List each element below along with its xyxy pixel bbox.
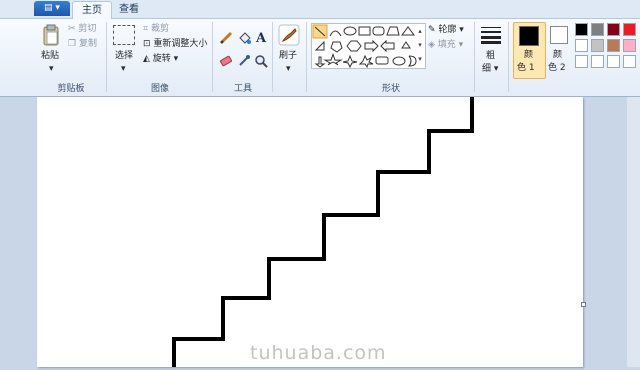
paste-icon[interactable]: [42, 24, 60, 46]
watermark: tuhuaba.com: [250, 342, 387, 364]
crop-label: 裁剪: [150, 24, 169, 34]
copy-icon: ❐: [68, 39, 77, 49]
brushes-button[interactable]: 刷子: [279, 50, 297, 63]
paste-button[interactable]: 粘贴: [41, 50, 59, 63]
resize-button[interactable]: ⊡ 重新调整大小: [143, 38, 207, 51]
pencil-icon[interactable]: [217, 30, 235, 48]
staircase-drawing: [172, 97, 474, 367]
divider: [212, 22, 213, 92]
divider: [272, 22, 273, 92]
canvas-resize-handle[interactable]: [581, 302, 586, 307]
palette-swatch[interactable]: [607, 39, 620, 52]
shapes-scroll[interactable]: ▴ ▾ ▾: [416, 24, 424, 66]
copy-label: 复制: [78, 39, 97, 49]
drawing-canvas[interactable]: [37, 97, 583, 367]
fill-icon: ◈: [428, 40, 435, 50]
image-group-label: 图像: [150, 84, 169, 94]
size-label-1: 粗: [486, 51, 496, 61]
brushes-dropdown-icon[interactable]: ▾: [286, 63, 291, 76]
fill-bucket-icon[interactable]: [235, 30, 253, 48]
color1-label-2: 色 1: [517, 63, 535, 73]
outline-icon: ✎: [428, 25, 436, 35]
select-icon[interactable]: [113, 25, 135, 45]
outline-button[interactable]: ✎ 轮廓 ▾: [428, 24, 464, 37]
divider: [106, 22, 107, 92]
cut-button[interactable]: ✂ 剪切: [68, 23, 96, 36]
shapes-group-label: 形状: [381, 84, 400, 94]
outline-label: 轮廓: [438, 25, 457, 35]
size-label-2: 细: [482, 64, 492, 74]
fill-label: 填充: [437, 40, 456, 50]
palette-swatch[interactable]: [591, 23, 604, 36]
rotate-label: 旋转: [152, 54, 171, 64]
tab-view[interactable]: 查看: [112, 1, 146, 18]
crop-icon: ⌗: [143, 24, 149, 34]
clipboard-group-label: 剪贴板: [57, 84, 85, 94]
palette-swatch[interactable]: [607, 55, 620, 68]
copy-button[interactable]: ❐ 复制: [68, 38, 97, 51]
size-button[interactable]: 细 ▾: [482, 63, 498, 76]
palette-swatch[interactable]: [623, 23, 636, 36]
select-button[interactable]: 选择: [115, 50, 133, 63]
divider: [508, 22, 509, 92]
palette-swatch[interactable]: [591, 55, 604, 68]
select-dropdown-icon[interactable]: ▾: [121, 63, 126, 76]
color1-swatch: [519, 26, 539, 46]
color2-label-1: 颜: [553, 50, 563, 60]
scissors-icon: ✂: [68, 24, 76, 34]
palette-swatch[interactable]: [607, 23, 620, 36]
color-picker-icon[interactable]: [235, 53, 253, 71]
crop-button[interactable]: ⌗ 裁剪: [143, 23, 169, 36]
rotate-icon: ◭: [143, 54, 150, 64]
paste-dropdown-icon[interactable]: ▾: [49, 63, 54, 76]
palette-swatch[interactable]: [575, 39, 588, 52]
size-icon[interactable]: [481, 26, 501, 44]
fill-button[interactable]: ◈ 填充 ▾: [428, 39, 463, 52]
divider: [474, 22, 475, 92]
shapes-gallery-icons: [312, 24, 417, 69]
eraser-icon[interactable]: [217, 53, 235, 71]
rotate-button[interactable]: ◭ 旋转 ▾: [143, 53, 178, 66]
color-palette: [575, 23, 640, 71]
brush-icon[interactable]: [278, 24, 300, 46]
palette-swatch[interactable]: [623, 55, 636, 68]
shapes-gallery[interactable]: [311, 23, 426, 69]
tab-home[interactable]: 主页: [72, 1, 112, 19]
vertical-scrollbar[interactable]: [627, 97, 640, 367]
color2-swatch: [550, 26, 568, 44]
palette-swatch[interactable]: [575, 23, 588, 36]
color2-label-2: 色 2: [548, 63, 566, 73]
palette-swatch[interactable]: [591, 39, 604, 52]
text-tool-icon[interactable]: A: [252, 30, 270, 48]
resize-label: 重新调整大小: [153, 39, 208, 49]
palette-swatch[interactable]: [575, 55, 588, 68]
divider: [306, 22, 307, 92]
palette-swatch[interactable]: [623, 39, 636, 52]
color1-label-1: 颜: [524, 50, 534, 60]
resize-icon: ⊡: [143, 39, 151, 49]
magnifier-icon[interactable]: [252, 53, 270, 71]
app-menu-button[interactable]: ▤ ▾: [34, 1, 70, 16]
tools-group-label: 工具: [233, 84, 252, 94]
cut-label: 剪切: [78, 24, 97, 34]
